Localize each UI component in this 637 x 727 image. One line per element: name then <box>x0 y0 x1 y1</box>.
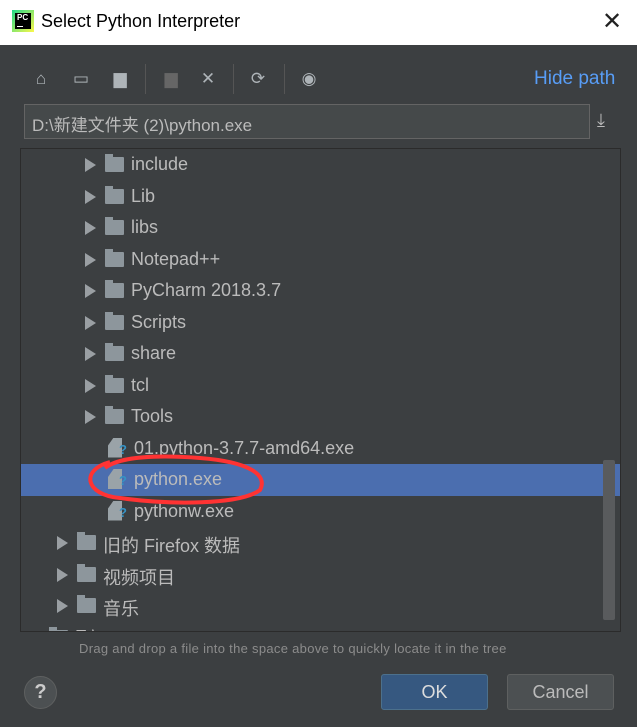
unknown-type-icon: ? <box>119 441 127 457</box>
tree-row[interactable]: PyCharm 2018.3.7 <box>21 275 620 307</box>
tree-row-label: Notepad++ <box>131 248 221 269</box>
file-tree[interactable]: include Lib libs Notepad++ PyCharm 2018.3.7 S… <box>20 148 621 632</box>
tree-row-label: 视频项目 <box>103 567 175 588</box>
tree-row[interactable]: ? pythonw.exe <box>21 496 620 528</box>
toolbar-divider <box>233 64 234 94</box>
folder-icon <box>105 185 124 204</box>
folder-icon <box>77 532 96 550</box>
tree-row-label: PyCharm 2018.3.7 <box>131 280 282 300</box>
tree-row-label: python.exe <box>134 469 223 489</box>
folder-icon <box>105 374 124 393</box>
ok-button[interactable]: OK <box>381 674 488 710</box>
expand-arrow-icon[interactable] <box>85 189 96 204</box>
tree-row[interactable]: 视频项目 <box>21 559 620 591</box>
close-icon[interactable]: ✕ <box>598 8 626 36</box>
expand-arrow-icon[interactable] <box>85 284 96 298</box>
tree-row-label: include <box>131 154 189 174</box>
unknown-type-icon: ? <box>119 473 127 488</box>
expand-arrow-icon[interactable] <box>85 252 96 267</box>
tree-row[interactable]: ? python.exe <box>21 464 620 496</box>
expand-arrow-icon[interactable] <box>85 410 96 424</box>
tree-row[interactable]: ? 01.python-3.7.7-amd64.exe <box>21 433 620 465</box>
expand-arrow-icon[interactable] <box>57 536 68 550</box>
pycharm-logo-icon: PC <box>12 10 34 32</box>
tree-row[interactable]: share <box>21 338 620 370</box>
expand-arrow-icon[interactable] <box>57 599 68 613</box>
delete-icon[interactable]: ✕ <box>195 66 221 92</box>
path-input[interactable]: D:\新建文件夹 (2)\python.exe <box>24 104 590 139</box>
refresh-icon[interactable]: ⟳ <box>245 66 271 92</box>
desktop-icon[interactable]: ▭ <box>68 66 94 92</box>
tree-row[interactable]: Tools <box>21 401 620 433</box>
tree-row-label: 旧的 Firefox 数据 <box>103 536 241 556</box>
tree-row[interactable]: Scripts <box>21 307 620 339</box>
project-folder-icon[interactable]: ▆ <box>107 66 133 92</box>
toolbar-divider <box>145 64 146 94</box>
expand-arrow-icon[interactable] <box>85 315 96 330</box>
toolbar-divider <box>284 64 285 94</box>
new-folder-icon: ▆ <box>164 69 178 88</box>
help-button[interactable]: ? <box>24 676 57 709</box>
expand-arrow-icon[interactable] <box>85 347 96 361</box>
folder-icon <box>105 311 124 330</box>
unknown-type-icon: ? <box>119 504 127 520</box>
tree-row-label: Tools <box>131 406 174 426</box>
folder-icon <box>105 217 124 235</box>
tree-row-label: E:\ <box>75 627 97 632</box>
drag-drop-hint: Drag and drop a file into the space abov… <box>79 641 507 656</box>
tree-row[interactable]: tcl <box>21 370 620 402</box>
expand-arrow-icon[interactable] <box>85 158 96 172</box>
expand-arrow-icon[interactable] <box>85 378 96 393</box>
folder-icon <box>105 343 124 361</box>
folder-icon <box>105 248 124 267</box>
folder-icon <box>77 563 96 582</box>
tree-row[interactable]: 音乐 <box>21 590 620 622</box>
show-hidden-icon[interactable]: ◉ <box>296 66 322 92</box>
hide-path-link[interactable]: Hide path <box>534 68 615 90</box>
tree-row-label: Scripts <box>131 311 187 332</box>
tree-row-label: Lib <box>131 185 156 206</box>
folder-icon <box>49 626 68 631</box>
tree-row[interactable]: Lib <box>21 181 620 213</box>
folder-icon <box>77 595 96 613</box>
expand-arrow-icon[interactable] <box>29 630 40 631</box>
cancel-button[interactable]: Cancel <box>507 674 614 710</box>
tree-row-label: share <box>131 343 177 363</box>
tree-row-label: libs <box>131 217 159 237</box>
tree-scrollbar[interactable] <box>603 460 615 620</box>
tree-row[interactable]: include <box>21 149 620 181</box>
tree-row-label: pythonw.exe <box>134 500 235 521</box>
home-icon[interactable]: ⌂ <box>28 66 54 92</box>
tree-row[interactable]: libs <box>21 212 620 244</box>
folder-icon <box>105 406 124 424</box>
window-title: Select Python Interpreter <box>41 11 241 31</box>
expand-arrow-icon[interactable] <box>85 221 96 235</box>
tree-row-label: 01.python-3.7.7-amd64.exe <box>134 437 355 458</box>
tree-row-label: 音乐 <box>103 599 139 619</box>
tree-row-label: tcl <box>131 374 149 395</box>
tree-row[interactable]: E:\ <box>21 622 620 632</box>
folder-icon <box>105 280 124 298</box>
title-bar: PC Select Python Interpreter ✕ <box>0 0 637 45</box>
expand-arrow-icon[interactable] <box>57 567 68 582</box>
tree-row[interactable]: Notepad++ <box>21 244 620 276</box>
tree-row[interactable]: 旧的 Firefox 数据 <box>21 527 620 559</box>
folder-icon <box>105 154 124 172</box>
download-icon[interactable]: ⤓ <box>597 110 605 131</box>
